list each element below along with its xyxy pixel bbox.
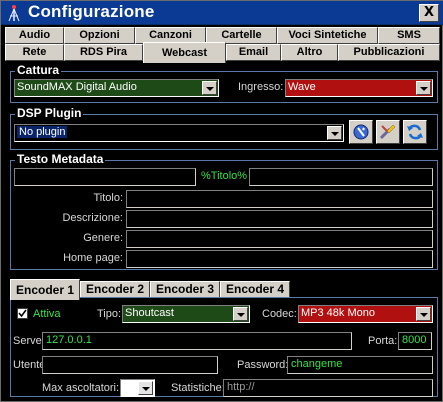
genere-label: Genere: <box>83 232 123 244</box>
dsp-plugin-select[interactable]: No plugin <box>14 124 344 142</box>
titolo-token: %Titolo% <box>201 170 248 182</box>
chevron-down-icon[interactable] <box>327 126 342 140</box>
tab-encoder-3[interactable]: Encoder 3 <box>150 281 220 298</box>
tab-audio[interactable]: Audio <box>5 27 64 44</box>
server-field[interactable]: 127.0.0.1 <box>42 332 352 350</box>
tab-webcast[interactable]: Webcast <box>143 42 226 63</box>
plugin-config-button[interactable] <box>349 120 373 144</box>
wrench-icon <box>353 124 369 140</box>
config-window: Configurazione X Audio Opzioni Canzoni C… <box>0 0 443 402</box>
codec-label: Codec: <box>262 308 297 320</box>
capture-device-select[interactable]: SoundMAX Digital Audio <box>14 79 219 97</box>
genere-field[interactable] <box>126 230 433 248</box>
tab-encoder-4[interactable]: Encoder 4 <box>220 281 290 298</box>
titolo-label: Titolo: <box>93 192 123 204</box>
tab-pubblicazioni[interactable]: Pubblicazioni <box>338 44 440 61</box>
max-ascoltatori-select[interactable] <box>120 379 155 397</box>
statistiche-value: http:// <box>227 381 255 393</box>
ingresso-value: Wave <box>288 81 316 93</box>
homepage-field[interactable] <box>126 250 433 268</box>
dsp-plugin-value: No plugin <box>17 126 68 138</box>
cattura-label: Cattura <box>15 63 62 77</box>
chevron-down-icon[interactable] <box>202 81 217 95</box>
encoder-tab-row: Encoder 1 Encoder 2 Encoder 3 Encoder 4 <box>1 279 443 300</box>
descrizione-label: Descrizione: <box>62 212 123 224</box>
tab-email[interactable]: Email <box>226 44 281 61</box>
server-label: Server: <box>13 335 49 347</box>
ingresso-select[interactable]: Wave <box>285 79 433 97</box>
descrizione-field[interactable] <box>126 210 433 228</box>
tab-sms[interactable]: SMS <box>378 27 440 44</box>
chevron-down-icon[interactable] <box>416 81 431 95</box>
close-button[interactable]: X <box>419 4 439 22</box>
porta-field[interactable]: 8000 <box>398 332 432 350</box>
tab-encoder-2[interactable]: Encoder 2 <box>80 281 150 298</box>
statistiche-label: Statistiche: <box>171 382 225 394</box>
tab-rete[interactable]: Rete <box>5 44 64 61</box>
title-bar[interactable]: Configurazione X <box>1 1 443 25</box>
server-value: 127.0.0.1 <box>46 334 92 346</box>
porta-label: Porta: <box>368 335 398 347</box>
plugin-tools-button[interactable] <box>376 120 400 144</box>
attiva-checkbox[interactable] <box>17 308 28 319</box>
codec-select[interactable]: MP3 48k Mono <box>298 305 433 323</box>
tab-rds-pira[interactable]: RDS Pira <box>64 44 143 61</box>
metadata-suffix-field[interactable] <box>249 168 433 186</box>
tools-icon <box>379 124 396 140</box>
antenna-icon <box>8 5 20 22</box>
encoder-panel: Attiva Tipo: Shoutcast Codec: MP3 48k Mo… <box>10 297 438 397</box>
metadata-label: Testo Metadata <box>15 152 106 166</box>
attiva-label: Attiva <box>33 308 61 320</box>
tipo-label: Tipo: <box>97 308 122 320</box>
utente-field[interactable] <box>42 356 218 374</box>
tab-opzioni[interactable]: Opzioni <box>64 27 135 44</box>
chevron-down-icon[interactable] <box>416 307 431 321</box>
tab-encoder-1[interactable]: Encoder 1 <box>10 279 80 300</box>
password-label: Password: <box>237 359 289 371</box>
utente-label: Utente: <box>13 359 49 371</box>
capture-device-value: SoundMAX Digital Audio <box>17 81 137 93</box>
tipo-value: Shoutcast <box>125 307 174 319</box>
metadata-prefix-field[interactable] <box>14 168 196 186</box>
tab-voci-sintetiche[interactable]: Voci Sintetiche <box>277 27 378 44</box>
chevron-down-icon[interactable] <box>138 381 153 395</box>
dsp-plugin-label: DSP Plugin <box>15 106 84 120</box>
tab-altro[interactable]: Altro <box>281 44 338 61</box>
plugin-refresh-button[interactable] <box>403 120 427 144</box>
window-title: Configurazione <box>28 2 155 21</box>
codec-value: MP3 48k Mono <box>301 307 375 319</box>
max-ascoltatori-label: Max ascoltatori: <box>42 382 120 394</box>
cattura-group: Cattura SoundMAX Digital Audio Ingresso:… <box>10 64 438 103</box>
porta-value: 8000 <box>402 334 427 346</box>
statistiche-field[interactable]: http:// <box>223 379 433 397</box>
password-field[interactable]: changeme <box>287 356 433 374</box>
tab-row-2: Rete RDS Pira Webcast Email Altro Pubbli… <box>1 42 443 63</box>
ingresso-label: Ingresso: <box>238 81 284 93</box>
titolo-field[interactable] <box>126 190 433 208</box>
tipo-select[interactable]: Shoutcast <box>122 305 250 323</box>
homepage-label: Home page: <box>63 252 123 264</box>
checkmark-icon <box>18 309 27 318</box>
metadata-group: Testo Metadata %Titolo% Titolo: Descrizi… <box>10 153 438 270</box>
refresh-icon <box>407 124 423 140</box>
dsp-plugin-group: DSP Plugin No plugin <box>10 107 438 150</box>
chevron-down-icon[interactable] <box>233 307 248 321</box>
password-value: changeme <box>291 358 343 370</box>
